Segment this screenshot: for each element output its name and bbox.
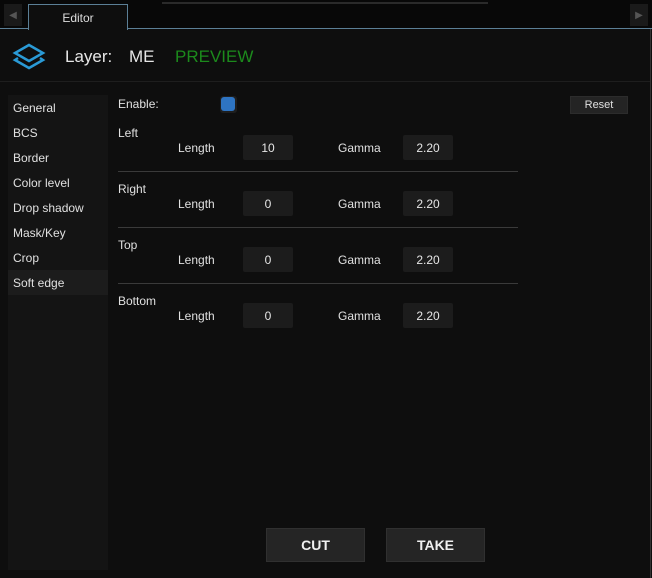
layers-icon (12, 43, 46, 70)
layer-header: Layer: ME PREVIEW (0, 30, 650, 82)
sidebar-item-color-level[interactable]: Color level (8, 170, 108, 195)
section-title-bottom: Bottom (118, 294, 157, 308)
preview-mode: PREVIEW (175, 47, 254, 66)
divider (118, 171, 518, 172)
enable-checkbox[interactable] (220, 96, 237, 113)
sidebar-item-crop[interactable]: Crop (8, 245, 108, 270)
bottom-gamma-input[interactable]: 2.20 (403, 303, 453, 328)
take-button[interactable]: TAKE (386, 528, 485, 562)
tab-bar: ◀ Editor ▶ (0, 0, 652, 30)
gamma-label: Gamma (338, 309, 381, 323)
divider (118, 227, 518, 228)
section-title-right: Right (118, 182, 147, 196)
checkbox-fill (221, 97, 235, 111)
cut-button[interactable]: CUT (266, 528, 365, 562)
sidebar-item-bcs[interactable]: BCS (8, 120, 108, 145)
chevron-right-icon: ▶ (635, 9, 643, 21)
bottom-length-input[interactable]: 0 (243, 303, 293, 328)
gamma-label: Gamma (338, 197, 381, 211)
sidebar-item-drop-shadow[interactable]: Drop shadow (8, 195, 108, 220)
length-label: Length (178, 309, 215, 323)
section-title-left: Left (118, 126, 139, 140)
length-label: Length (178, 253, 215, 267)
length-label: Length (178, 197, 215, 211)
window-border (650, 29, 651, 578)
gamma-label: Gamma (338, 141, 381, 155)
tab-editor[interactable]: Editor (28, 4, 128, 30)
reset-button[interactable]: Reset (570, 96, 628, 114)
left-gamma-input[interactable]: 2.20 (403, 135, 453, 160)
enable-label: Enable: (118, 97, 159, 111)
scroll-left-button[interactable]: ◀ (4, 4, 22, 26)
right-gamma-input[interactable]: 2.20 (403, 191, 453, 216)
top-length-input[interactable]: 0 (243, 247, 293, 272)
sidebar-item-border[interactable]: Border (8, 145, 108, 170)
divider (162, 2, 488, 4)
chevron-left-icon: ◀ (9, 9, 17, 21)
scroll-right-button[interactable]: ▶ (630, 4, 648, 26)
left-length-input[interactable]: 10 (243, 135, 293, 160)
length-label: Length (178, 141, 215, 155)
divider (118, 283, 518, 284)
top-gamma-input[interactable]: 2.20 (403, 247, 453, 272)
sidebar-item-soft-edge[interactable]: Soft edge (8, 270, 108, 295)
sidebar-item-mask-key[interactable]: Mask/Key (8, 220, 108, 245)
sidebar: General BCS Border Color level Drop shad… (8, 95, 108, 570)
gamma-label: Gamma (338, 253, 381, 267)
section-title-top: Top (118, 238, 138, 252)
sidebar-item-general[interactable]: General (8, 95, 108, 120)
right-length-input[interactable]: 0 (243, 191, 293, 216)
layer-value: ME (129, 47, 155, 66)
layer-label: Layer: (65, 47, 113, 66)
